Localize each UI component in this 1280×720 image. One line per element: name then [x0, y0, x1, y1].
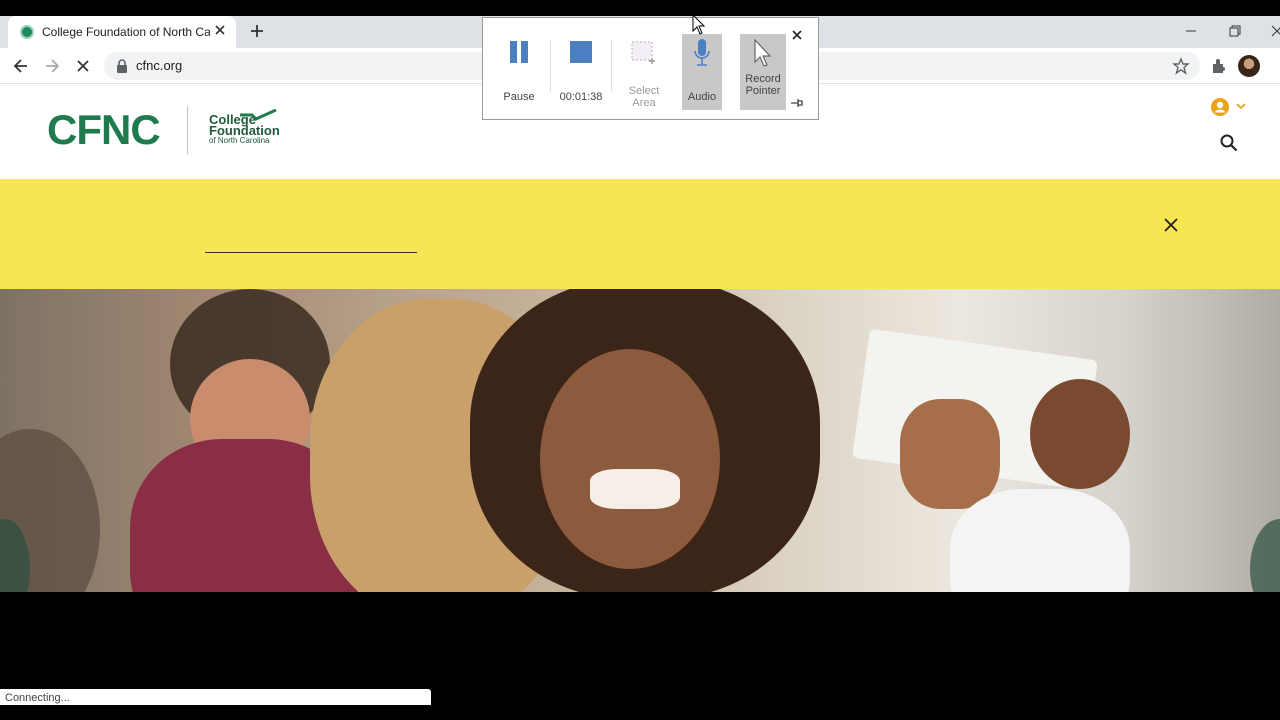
screen-recorder-toolbar: Pause 00:01:38 Select Area Audio Record … — [482, 17, 819, 120]
window-close-icon[interactable] — [1268, 22, 1280, 40]
carousel-next-edge[interactable] — [1250, 519, 1280, 592]
record-pointer-label: Record Pointer — [745, 73, 781, 97]
stop-button[interactable]: 00:01:38 — [553, 34, 609, 110]
pin-icon[interactable] — [790, 97, 804, 109]
close-icon[interactable] — [212, 22, 228, 38]
new-tab-icon[interactable] — [248, 22, 266, 40]
url-text: cfnc.org — [136, 58, 183, 73]
bookmark-star-icon[interactable] — [1172, 57, 1190, 75]
record-pointer-toggle[interactable]: Record Pointer — [740, 34, 786, 110]
forward-arrow-icon[interactable] — [42, 56, 62, 76]
stop-icon — [570, 41, 592, 63]
status-text: Connecting... — [5, 692, 70, 704]
top-strip — [0, 0, 1280, 16]
profile-avatar[interactable] — [1238, 55, 1260, 77]
mouse-cursor-icon — [692, 14, 706, 35]
timer-readout: 00:01:38 — [559, 91, 603, 103]
banner-underline — [205, 252, 417, 253]
recorder-separator — [611, 40, 612, 92]
audio-label: Audio — [687, 91, 717, 103]
alert-banner — [0, 179, 1280, 289]
browser-tab[interactable]: College Foundation of North Car — [8, 16, 236, 48]
tab-title: College Foundation of North Car — [42, 25, 210, 39]
pause-icon — [510, 41, 528, 63]
select-area-icon — [631, 41, 655, 64]
site-favicon-icon — [20, 25, 34, 39]
select-area-label: Select Area — [628, 85, 660, 109]
pause-label: Pause — [503, 91, 535, 103]
hero-image — [0, 289, 1280, 592]
chevron-down-icon[interactable] — [1236, 102, 1246, 110]
account-user-icon[interactable] — [1210, 97, 1230, 117]
select-area-button[interactable]: Select Area — [616, 34, 672, 110]
stop-loading-icon[interactable] — [73, 56, 93, 76]
restore-icon[interactable] — [1226, 22, 1244, 40]
close-icon[interactable] — [791, 29, 803, 41]
close-icon[interactable] — [1162, 216, 1180, 234]
browser-status-bubble: Connecting... — [0, 689, 431, 705]
foundation-logo-text[interactable]: College Foundation of North Carolina — [209, 113, 309, 146]
logo-divider — [187, 106, 188, 154]
recorder-separator — [550, 40, 551, 92]
lock-icon — [117, 59, 127, 73]
logo-line-3: of North Carolina — [209, 136, 270, 145]
extensions-puzzle-icon[interactable] — [1209, 56, 1229, 76]
back-arrow-icon[interactable] — [11, 56, 31, 76]
pause-button[interactable]: Pause — [491, 34, 547, 110]
search-icon[interactable] — [1219, 133, 1239, 153]
cfnc-logo[interactable]: CFNC — [47, 106, 161, 154]
audio-toggle[interactable]: Audio — [682, 34, 722, 110]
pointer-icon — [754, 38, 772, 67]
microphone-icon — [694, 39, 710, 66]
minimize-icon[interactable] — [1182, 22, 1200, 40]
